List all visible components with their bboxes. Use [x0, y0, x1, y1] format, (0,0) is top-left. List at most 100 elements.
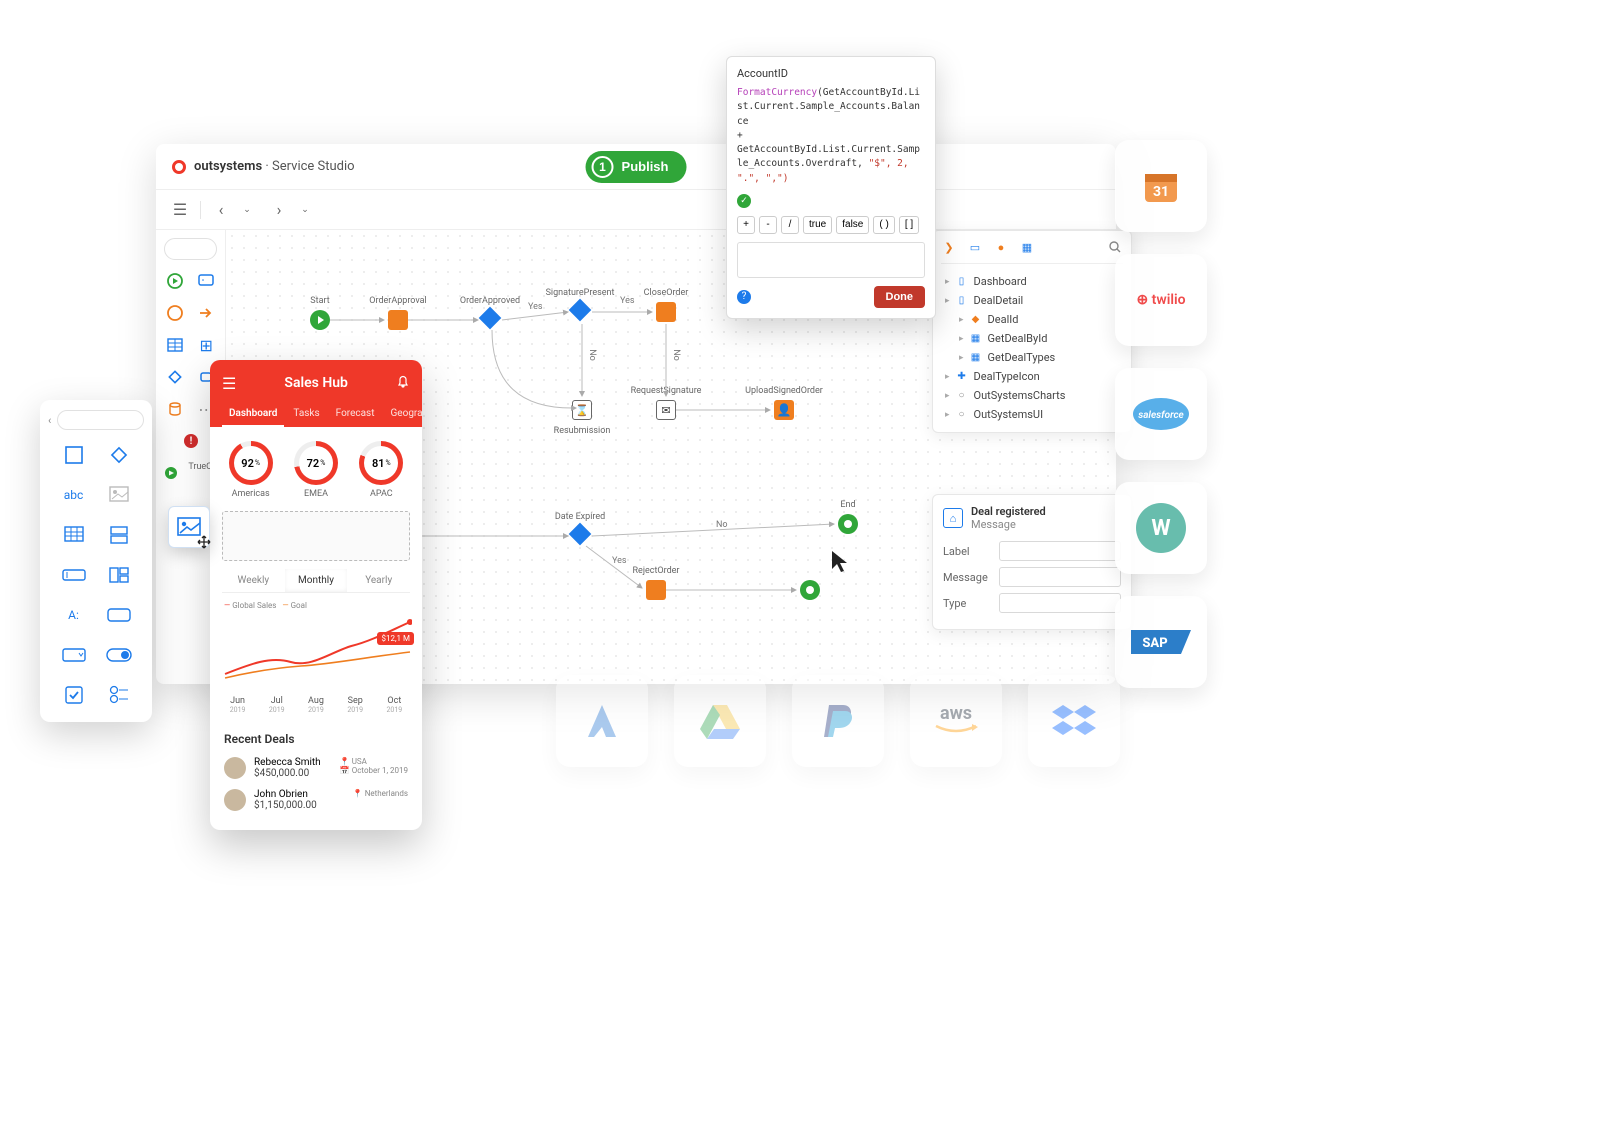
tree-item[interactable]: ▸▯DealDetail: [941, 291, 1123, 310]
switch-widget-icon[interactable]: [101, 642, 136, 668]
expr-ops: ✓: [737, 194, 925, 208]
workday-integration-tile[interactable]: W: [1115, 482, 1207, 574]
edge-label-no: No: [716, 520, 728, 530]
deal-row[interactable]: John Obrien$1,150,000.00📍 Netherlands: [210, 784, 422, 816]
chart-legend: Global Sales Goal: [210, 597, 422, 614]
expr-false-button[interactable]: false: [836, 216, 869, 234]
period-tab[interactable]: Weekly: [222, 569, 285, 593]
block-widget-icon[interactable]: [101, 562, 136, 588]
calendar-integration-tile[interactable]: 31: [1115, 140, 1207, 232]
mobile-tab[interactable]: Forecast: [329, 402, 382, 427]
nav-back-icon[interactable]: ‹: [209, 198, 233, 222]
list-widget-icon[interactable]: [101, 522, 136, 548]
end-node-2[interactable]: [800, 580, 820, 600]
dropdown-widget-icon[interactable]: [56, 642, 91, 668]
tree-item[interactable]: ▸▦GetDealById: [941, 329, 1123, 348]
twilio-integration-tile[interactable]: ⊕ twilio: [1115, 254, 1207, 346]
bell-icon[interactable]: [396, 374, 410, 393]
nav-forward-dropdown-icon[interactable]: ⌄: [293, 198, 317, 222]
period-tab[interactable]: Yearly: [347, 569, 410, 593]
prop-input[interactable]: [999, 541, 1121, 561]
arrow-tool-icon[interactable]: [196, 302, 218, 324]
mobile-tab[interactable]: Dashboard: [222, 402, 284, 427]
tree-item[interactable]: ▸▯Dashboard: [941, 272, 1123, 291]
tab-logic-icon[interactable]: ●: [993, 239, 1009, 255]
tree-item-label: GetDealById: [988, 332, 1048, 345]
prop-input[interactable]: [999, 593, 1121, 613]
input-widget-icon[interactable]: [56, 562, 91, 588]
signature-present-decision[interactable]: [569, 299, 592, 322]
upload-signed-order-node[interactable]: 👤: [774, 400, 794, 420]
gauge: 81%APAC: [359, 441, 403, 499]
expr-done-button[interactable]: Done: [874, 286, 926, 308]
prop-input[interactable]: [999, 567, 1121, 587]
resubmission-node[interactable]: ⌛: [572, 400, 592, 420]
reject-order-node[interactable]: [646, 580, 666, 600]
expr-paren-open-button[interactable]: ( ): [873, 216, 894, 234]
menu-icon[interactable]: ☰: [168, 198, 192, 222]
container-widget-icon[interactable]: [56, 442, 91, 468]
tree-item[interactable]: ▸▦GetDealTypes: [941, 348, 1123, 367]
error-tool-icon[interactable]: !: [180, 430, 202, 452]
nav-back-dropdown-icon[interactable]: ⌄: [235, 198, 259, 222]
module-icon: ○: [956, 409, 968, 421]
expr-true-button[interactable]: true: [803, 216, 832, 234]
checkbox-widget-icon[interactable]: [56, 682, 91, 708]
db-tool-icon[interactable]: [164, 398, 186, 420]
toolbox-search-input[interactable]: [164, 238, 217, 260]
text-widget-icon[interactable]: abc: [56, 482, 91, 508]
expr-scope-area[interactable]: [737, 242, 925, 278]
sap-integration-tile[interactable]: SAP: [1115, 596, 1207, 688]
palette-search-input[interactable]: [57, 410, 144, 430]
expr-plus-button[interactable]: +: [737, 216, 755, 234]
tree-item[interactable]: ▸○OutSystemsCharts: [941, 386, 1123, 405]
order-approval-node[interactable]: [388, 310, 408, 330]
start-node[interactable]: [310, 310, 330, 330]
image-widget-icon[interactable]: [101, 482, 136, 508]
label-widget-icon[interactable]: A:: [56, 602, 91, 628]
drop-placeholder[interactable]: [222, 511, 410, 561]
tab-flow-icon[interactable]: ❯: [941, 239, 957, 255]
start-node-tool-icon[interactable]: [164, 270, 186, 292]
salesforce-integration-tile[interactable]: salesforce: [1115, 368, 1207, 460]
hamburger-icon[interactable]: ☰: [222, 374, 236, 393]
azure-integration-tile[interactable]: [556, 675, 648, 767]
date-expired-decision[interactable]: [569, 523, 592, 546]
end-node[interactable]: [838, 514, 858, 534]
tab-interface-icon[interactable]: ▭: [967, 239, 983, 255]
circle-tool-icon[interactable]: [164, 302, 186, 324]
request-signature-node[interactable]: ✉: [656, 400, 676, 420]
period-tab[interactable]: Monthly: [285, 569, 348, 593]
aws-integration-tile[interactable]: aws: [910, 675, 1002, 767]
expr-minus-button[interactable]: -: [759, 216, 777, 234]
tree-item[interactable]: ▸◆DealId: [941, 310, 1123, 329]
table-widget-icon[interactable]: [56, 522, 91, 548]
expr-bracket-button[interactable]: [ ]: [899, 216, 919, 234]
mobile-tab[interactable]: Tasks: [286, 402, 326, 427]
close-order-node[interactable]: [656, 302, 676, 322]
deal-row[interactable]: Rebecca Smith$450,000.00📍 USA📅 October 1…: [210, 752, 422, 784]
dropbox-integration-tile[interactable]: [1028, 675, 1120, 767]
if-widget-icon[interactable]: [101, 442, 136, 468]
expr-help-icon[interactable]: ?: [737, 290, 751, 304]
table-tool-icon[interactable]: [164, 334, 186, 356]
paypal-integration-tile[interactable]: [792, 675, 884, 767]
truechange-icon[interactable]: [164, 462, 178, 484]
mobile-tab[interactable]: Geographies: [384, 402, 423, 427]
comment-tool-icon[interactable]: [196, 270, 218, 292]
tree-item[interactable]: ▸✚DealTypeIcon: [941, 367, 1123, 386]
tree-item[interactable]: ▸○OutSystemsUI: [941, 405, 1123, 424]
nav-forward-icon[interactable]: ›: [267, 198, 291, 222]
expr-div-button[interactable]: /: [781, 216, 799, 234]
google-drive-integration-tile[interactable]: [674, 675, 766, 767]
order-approved-decision[interactable]: [479, 307, 502, 330]
radio-widget-icon[interactable]: [101, 682, 136, 708]
tab-data-icon[interactable]: ▦: [1019, 239, 1035, 255]
publish-button[interactable]: 1 Publish: [586, 151, 687, 183]
palette-collapse-icon[interactable]: ‹: [48, 414, 51, 427]
expr-code[interactable]: FormatCurrency(GetAccountById.List.Curre…: [737, 86, 925, 186]
button-widget-icon[interactable]: [101, 602, 136, 628]
grid-tool-icon[interactable]: ⊞: [196, 334, 218, 356]
diamond-tool-icon[interactable]: [164, 366, 186, 388]
image-widget-dragging[interactable]: [168, 506, 210, 548]
